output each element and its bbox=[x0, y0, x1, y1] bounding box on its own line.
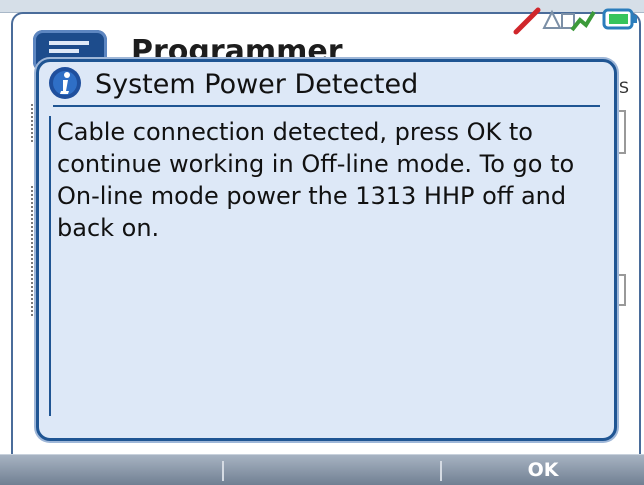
battery-icon bbox=[602, 8, 637, 30]
side-label: S bbox=[618, 78, 629, 97]
softkey-left[interactable] bbox=[0, 455, 222, 485]
dialog-title: System Power Detected bbox=[95, 69, 419, 100]
softkey-bar: OK bbox=[0, 454, 644, 485]
dialog-divider bbox=[53, 105, 600, 107]
status-icons bbox=[512, 6, 638, 35]
handheld-pair-icon bbox=[542, 9, 596, 32]
softkey-middle[interactable] bbox=[224, 455, 440, 485]
dialog-message: Cable connection detected, press OK to c… bbox=[49, 116, 597, 416]
device-screen: Programmer S System Power Detected Cable… bbox=[0, 0, 644, 485]
dialog-header: System Power Detected bbox=[39, 62, 614, 108]
no-signal-icon bbox=[513, 7, 541, 35]
ok-button[interactable]: OK bbox=[442, 455, 644, 485]
system-power-dialog: System Power Detected Cable connection d… bbox=[36, 59, 617, 441]
info-icon bbox=[49, 67, 81, 99]
